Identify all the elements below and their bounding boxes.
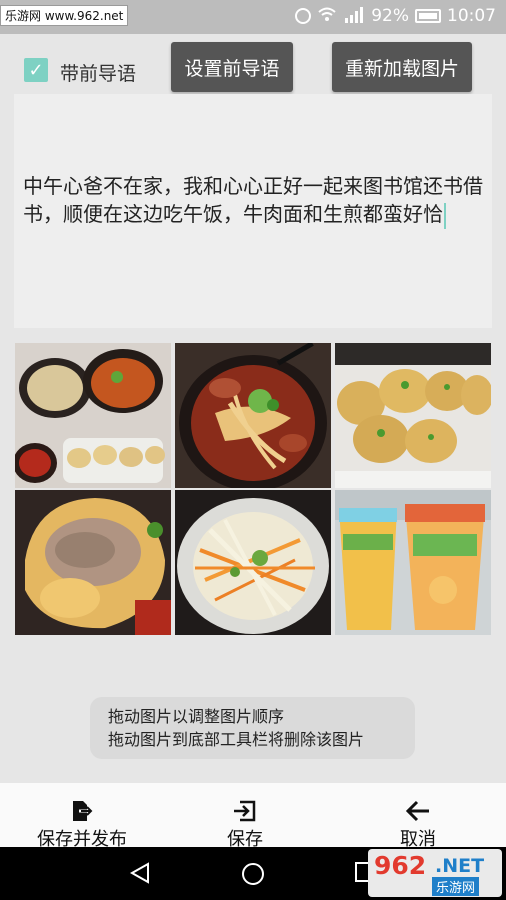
arrow-left-icon <box>405 799 431 823</box>
badge-number: 962 <box>374 851 427 880</box>
save-icon <box>232 799 258 823</box>
salad-photo[interactable] <box>175 490 331 635</box>
alarm-icon <box>295 8 312 24</box>
bottom-toolbar: 保存并发布 保存 取消 <box>0 783 506 850</box>
back-nav-icon[interactable] <box>128 861 152 889</box>
home-nav-icon[interactable] <box>240 861 266 891</box>
pan-fried-buns-photo[interactable] <box>335 343 491 488</box>
badge-net: .NET <box>435 855 485 877</box>
save-button[interactable]: 保存 <box>220 783 270 850</box>
post-text-input[interactable]: 中午心爸不在家，我和心心正好一起来图书馆还书借书，顺便在这边吃午饭，牛肉面和生煎… <box>14 94 492 328</box>
badge-site-name: 乐游网 <box>432 877 480 896</box>
cancel-button[interactable]: 取消 <box>393 783 443 850</box>
battery-icon <box>415 9 441 23</box>
wifi-icon <box>317 6 337 26</box>
watermark: 乐游网 www.962.net <box>0 5 129 26</box>
reload-images-button[interactable]: 重新加载图片 <box>332 42 472 92</box>
guide-checkbox-label[interactable]: 带前导语 <box>60 59 136 86</box>
battery-percent: 92% <box>371 6 409 26</box>
hint-line-1: 拖动图片以调整图片顺序 <box>108 707 285 726</box>
hint-line-2: 拖动图片到底部工具栏将删除该图片 <box>108 730 365 749</box>
drinks-photo[interactable] <box>335 490 491 635</box>
site-logo-badge: 962 .NET 乐游网 <box>368 849 502 897</box>
post-text: 中午心爸不在家，我和心心正好一起来图书馆还书借书，顺便在这边吃午饭，牛肉面和生煎… <box>23 174 483 226</box>
guide-checkbox[interactable]: ✓ <box>24 58 48 82</box>
status-bar: 乐游网 www.962.net 92% 10:07 <box>0 0 506 34</box>
clock: 10:07 <box>447 6 496 26</box>
status-icons: 92% 10:07 <box>295 6 496 26</box>
save-publish-button[interactable]: 保存并发布 <box>30 783 134 850</box>
text-caret <box>444 202 446 229</box>
bun-closeup-photo[interactable] <box>15 490 171 635</box>
set-guide-button[interactable]: 设置前导语 <box>171 42 293 92</box>
noodle-spread-photo[interactable] <box>15 343 171 488</box>
export-icon <box>69 799 96 823</box>
drag-hint: 拖动图片以调整图片顺序 拖动图片到底部工具栏将删除该图片 <box>90 697 415 759</box>
beef-noodle-photo[interactable] <box>175 343 331 488</box>
signal-icon <box>343 6 365 26</box>
